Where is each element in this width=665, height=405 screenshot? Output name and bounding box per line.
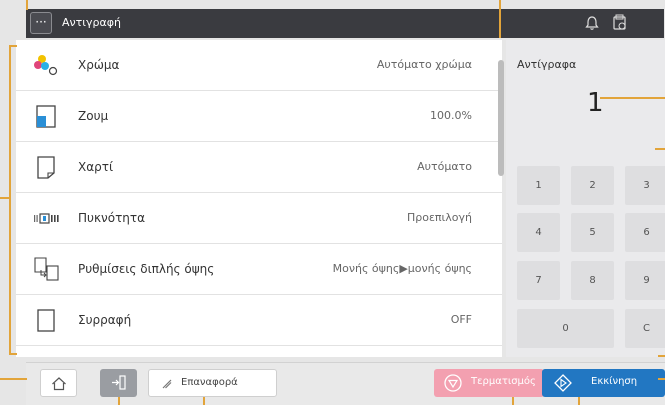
setting-value: 100.0% [430,109,472,122]
callout-line [655,148,665,150]
callout-bracket [9,45,11,355]
setting-value: Προεπιλογή [407,211,472,224]
list-scrollbar[interactable] [498,60,504,176]
keypad-key-4[interactable]: 4 [517,213,560,252]
settings-list: Χρώμα Αυτόματο χρώμα Ζουμ 100.0% Χαρτί Α… [16,40,502,357]
color-icon [34,55,58,76]
density-icon [34,213,59,224]
keypad-key-clear[interactable]: C [625,309,665,348]
copies-label: Αντίγραφα [517,58,577,71]
reset-label: Επαναφορά [181,377,238,388]
stop-button[interactable]: Τερματισμός [434,369,544,397]
binding-icon [37,309,55,332]
app-title: Αντιγραφή [62,16,121,29]
setting-label: Συρραφή [78,313,132,327]
callout-line [499,0,501,38]
stop-icon [444,374,462,392]
setting-row-duplex[interactable]: Ρυθμίσεις διπλής όψης Μονής όψης▶μονής ό… [16,244,502,295]
setting-label: Πυκνότητα [78,211,146,225]
home-button[interactable] [40,369,77,397]
paper-icon [37,156,55,179]
start-button[interactable]: Εκκίνηση [542,369,665,397]
callout-line [578,397,580,405]
callout-line [26,0,28,10]
setting-row-paper[interactable]: Χαρτί Αυτόματο [16,142,502,193]
reset-button[interactable]: Επαναφορά [148,369,277,397]
keypad-key-8[interactable]: 8 [571,261,614,300]
duplex-icon [34,257,59,281]
callout-line [203,397,205,405]
bell-icon[interactable] [583,14,601,32]
menu-button[interactable]: ··· [30,12,52,34]
header-bar [26,9,664,38]
setting-row-zoom[interactable]: Ζουμ 100.0% [16,91,502,142]
callout-line [658,378,665,380]
keypad-key-3[interactable]: 3 [625,166,665,205]
stop-label: Τερματισμός [471,376,536,387]
setting-value: Μονής όψης▶μονής όψης [332,262,472,275]
setting-label: Χρώμα [78,58,120,72]
callout-line [0,378,27,380]
keypad-key-9[interactable]: 9 [625,261,665,300]
callout-line [658,355,665,357]
callout-line [0,197,10,199]
setting-row-color[interactable]: Χρώμα Αυτόματο χρώμα [16,40,502,91]
keypad-key-5[interactable]: 5 [571,213,614,252]
machine-status-icon[interactable] [610,13,630,33]
keypad-key-7[interactable]: 7 [517,261,560,300]
zoom-icon [36,105,56,128]
start-label: Εκκίνηση [591,376,638,387]
setting-row-density[interactable]: Πυκνότητα Προεπιλογή [16,193,502,244]
callout-line [600,97,665,99]
setting-label: Ζουμ [78,109,109,123]
keypad-key-6[interactable]: 6 [625,213,665,252]
setting-row-binding[interactable]: Συρραφή OFF [16,295,502,346]
callout-line [118,397,120,405]
setting-value: Αυτόματο χρώμα [376,58,472,71]
copies-count: 1 [587,88,604,118]
access-icon [112,375,126,390]
keypad-key-2[interactable]: 2 [571,166,614,205]
keypad-key-1[interactable]: 1 [517,166,560,205]
setting-label: Χαρτί [78,160,114,174]
setting-value: Αυτόματο [417,160,472,173]
setting-value: OFF [450,313,472,326]
home-icon [52,377,66,391]
callout-bracket [9,45,17,47]
callout-line [512,397,514,405]
setting-label: Ρυθμίσεις διπλής όψης [78,262,215,276]
callout-bracket [9,353,17,355]
keypad-key-0[interactable]: 0 [517,309,614,348]
start-icon [554,374,572,392]
access-button[interactable] [100,369,137,397]
reset-icon [162,379,172,389]
